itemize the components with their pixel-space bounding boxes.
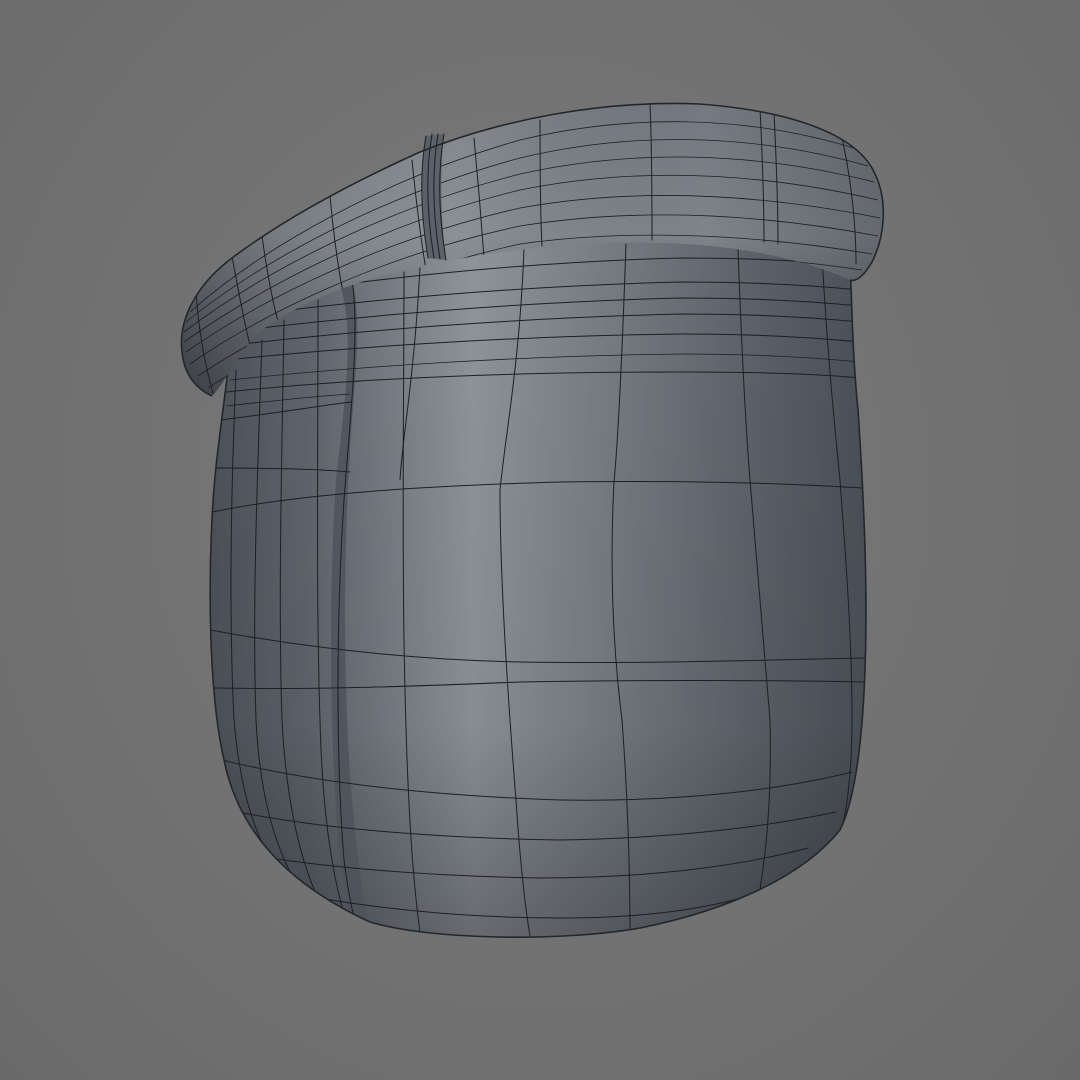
pot-body (209, 232, 867, 938)
3d-viewport[interactable] (0, 0, 1080, 1080)
model-render (180, 102, 885, 938)
